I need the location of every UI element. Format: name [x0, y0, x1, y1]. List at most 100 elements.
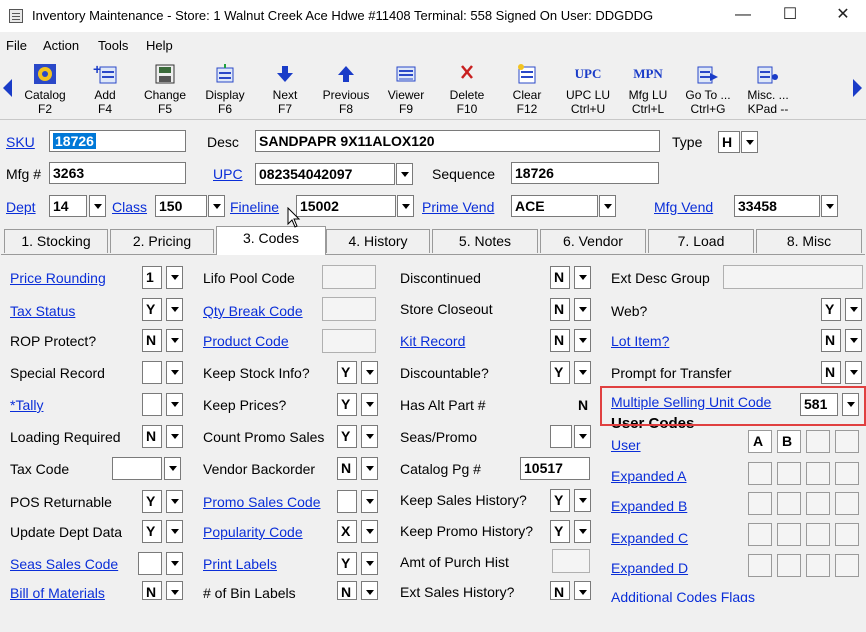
promo-sales-code-select[interactable]: [337, 490, 357, 513]
lot-item-link[interactable]: Lot Item?: [611, 333, 669, 349]
loading-required-dropdown-icon[interactable]: [166, 425, 183, 448]
web-dropdown-icon[interactable]: [845, 298, 862, 321]
pos-returnable-select[interactable]: Y: [142, 490, 162, 513]
change-button[interactable]: Change F5: [135, 59, 195, 117]
special-record-dropdown-icon[interactable]: [166, 361, 183, 384]
keep-sales-history-select[interactable]: Y: [550, 489, 570, 512]
dept-link[interactable]: Dept: [6, 199, 36, 215]
pos-returnable-dropdown-icon[interactable]: [166, 490, 183, 513]
user-codes-user-link[interactable]: User: [611, 437, 641, 453]
expanded-a-code-2[interactable]: [777, 462, 801, 485]
expanded-b-code-2[interactable]: [777, 492, 801, 515]
seas-sales-code-select[interactable]: [138, 552, 162, 575]
bin-labels-select[interactable]: N: [337, 581, 357, 600]
viewer-button[interactable]: Viewer F9: [376, 59, 436, 117]
seas-sales-code-link[interactable]: Seas Sales Code: [10, 556, 118, 572]
expanded-a-code-1[interactable]: [748, 462, 772, 485]
qty-break-code-link[interactable]: Qty Break Code: [203, 303, 303, 319]
print-labels-select[interactable]: Y: [337, 552, 357, 575]
keep-promo-history-select[interactable]: Y: [550, 520, 570, 543]
expanded-c-code-1[interactable]: [748, 523, 772, 546]
expanded-c-code-2[interactable]: [777, 523, 801, 546]
keep-prices-select[interactable]: Y: [337, 393, 357, 416]
minimize-button[interactable]: —: [720, 0, 766, 32]
mfg-lookup-button[interactable]: MPN Mfg LU Ctrl+L: [618, 59, 678, 117]
tab-misc[interactable]: 8. Misc: [756, 229, 862, 253]
prime-vend-link[interactable]: Prime Vend: [422, 199, 494, 215]
ext-sales-history-dropdown-icon[interactable]: [574, 581, 591, 600]
bin-labels-dropdown-icon[interactable]: [361, 581, 378, 600]
popularity-code-dropdown-icon[interactable]: [361, 520, 378, 543]
ext-sales-history-select[interactable]: N: [550, 581, 570, 600]
count-promo-sales-select[interactable]: Y: [337, 425, 357, 448]
user-code-4[interactable]: [835, 430, 859, 453]
expanded-b-link[interactable]: Expanded B: [611, 498, 687, 514]
dept-dropdown-icon[interactable]: [89, 195, 106, 217]
expanded-c-code-4[interactable]: [835, 523, 859, 546]
tab-stocking[interactable]: 1. Stocking: [4, 229, 108, 253]
sku-input[interactable]: 18726: [49, 130, 186, 152]
expanded-d-code-2[interactable]: [777, 554, 801, 577]
vendor-backorder-dropdown-icon[interactable]: [361, 457, 378, 480]
expanded-c-code-3[interactable]: [806, 523, 830, 546]
tab-load[interactable]: 7. Load: [648, 229, 754, 253]
type-select[interactable]: H: [718, 131, 740, 153]
expanded-a-code-3[interactable]: [806, 462, 830, 485]
tax-status-link[interactable]: Tax Status: [10, 303, 75, 319]
expanded-b-code-4[interactable]: [835, 492, 859, 515]
tab-notes[interactable]: 5. Notes: [432, 229, 538, 253]
bill-of-materials-select[interactable]: N: [142, 581, 162, 600]
upc-lookup-button[interactable]: UPC UPC LU Ctrl+U: [558, 59, 618, 117]
prime-vend-select[interactable]: ACE: [511, 195, 598, 217]
catalog-pg-input[interactable]: 10517: [520, 457, 590, 480]
discontinued-dropdown-icon[interactable]: [574, 266, 591, 289]
popularity-code-link[interactable]: Popularity Code: [203, 524, 303, 540]
expanded-c-link[interactable]: Expanded C: [611, 530, 688, 546]
mfg-vend-select[interactable]: 33458: [734, 195, 820, 217]
seas-promo-dropdown-icon[interactable]: [574, 425, 591, 448]
keep-stock-info-select[interactable]: Y: [337, 361, 357, 384]
rop-protect-select[interactable]: N: [142, 329, 162, 352]
tally-link[interactable]: *Tally: [10, 397, 43, 413]
keep-stock-info-dropdown-icon[interactable]: [361, 361, 378, 384]
maximize-button[interactable]: ☐: [767, 0, 813, 32]
tab-pricing[interactable]: 2. Pricing: [110, 229, 214, 253]
loading-required-select[interactable]: N: [142, 425, 162, 448]
print-labels-link[interactable]: Print Labels: [203, 556, 277, 572]
menu-file[interactable]: File: [6, 38, 27, 53]
store-closeout-select[interactable]: N: [550, 298, 570, 321]
tab-history[interactable]: 4. History: [326, 229, 430, 253]
fineline-link[interactable]: Fineline: [230, 199, 279, 215]
class-select[interactable]: 150: [155, 195, 207, 217]
close-button[interactable]: ✕: [820, 0, 866, 32]
user-code-2[interactable]: B: [777, 430, 801, 453]
upc-link[interactable]: UPC: [213, 166, 243, 182]
expanded-d-code-4[interactable]: [835, 554, 859, 577]
tax-code-select[interactable]: [112, 457, 162, 480]
ext-desc-group-input[interactable]: [723, 265, 863, 289]
expanded-a-code-4[interactable]: [835, 462, 859, 485]
goto-button[interactable]: Go To ... Ctrl+G: [678, 59, 738, 117]
clear-button[interactable]: Clear F12: [497, 59, 557, 117]
qty-break-code-input[interactable]: [322, 297, 376, 321]
user-code-3[interactable]: [806, 430, 830, 453]
seas-promo-select[interactable]: [550, 425, 572, 448]
expanded-d-link[interactable]: Expanded D: [611, 560, 688, 576]
prompt-for-transfer-select[interactable]: N: [821, 361, 841, 384]
user-code-1[interactable]: A: [748, 430, 772, 453]
price-rounding-dropdown-icon[interactable]: [166, 266, 183, 289]
menu-help[interactable]: Help: [146, 38, 173, 53]
sku-link[interactable]: SKU: [6, 134, 35, 150]
keep-sales-history-dropdown-icon[interactable]: [574, 489, 591, 512]
prompt-for-transfer-dropdown-icon[interactable]: [845, 361, 862, 384]
tab-codes[interactable]: 3. Codes: [216, 226, 326, 255]
bill-of-materials-dropdown-icon[interactable]: [166, 581, 183, 600]
scroll-left-icon[interactable]: [3, 79, 12, 97]
kit-record-dropdown-icon[interactable]: [574, 329, 591, 352]
desc-input[interactable]: SANDPAPR 9X11ALOX120: [255, 130, 660, 152]
expanded-d-code-3[interactable]: [806, 554, 830, 577]
fineline-dropdown-icon[interactable]: [397, 195, 414, 217]
mfg-input[interactable]: 3263: [49, 162, 186, 184]
promo-sales-code-link[interactable]: Promo Sales Code: [203, 494, 321, 510]
expanded-a-link[interactable]: Expanded A: [611, 468, 687, 484]
